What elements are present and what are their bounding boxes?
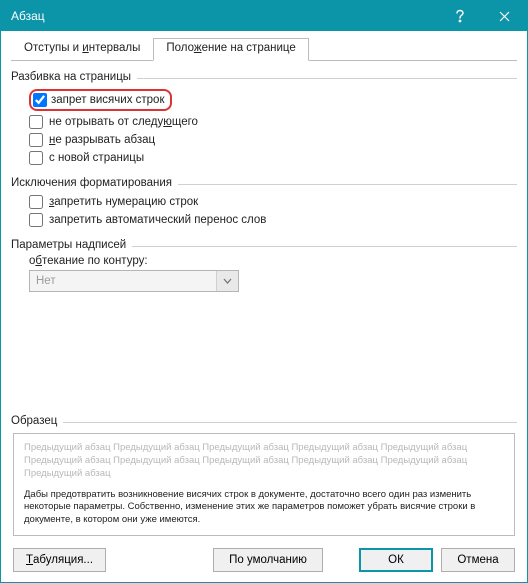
select-wrap[interactable]: Нет (29, 270, 239, 292)
dialog-body: Отступы и интервалы Положение на страниц… (1, 31, 527, 582)
button-row: Табуляция... По умолчанию ОК Отмена (11, 544, 517, 574)
group-captions: Параметры надписей обтекание по контуру:… (11, 239, 517, 294)
tabs-button[interactable]: Табуляция... (13, 548, 106, 572)
group-sample: Образец Предыдущий абзац Предыдущий абза… (11, 415, 517, 536)
select-wrap-button[interactable] (216, 271, 238, 291)
dialog-paragraph: Абзац Отступы и интервалы Положение на с… (0, 0, 528, 583)
ok-button[interactable]: ОК (359, 548, 433, 572)
label-suppress-line-numbers: запретить нумерацию строк (49, 196, 198, 208)
tab-pageposition[interactable]: Положение на странице (153, 38, 308, 61)
checkbox-page-break-before[interactable] (29, 151, 43, 165)
group-exceptions: Исключения форматирования запретить нуме… (11, 177, 517, 229)
default-button[interactable]: По умолчанию (213, 548, 323, 572)
select-wrap-value: Нет (30, 271, 216, 291)
help-icon (454, 9, 466, 23)
checkbox-no-hyphenation[interactable] (29, 213, 43, 227)
checkbox-suppress-line-numbers[interactable] (29, 195, 43, 209)
titlebar: Абзац (1, 1, 527, 31)
label-keep-with-next: не отрывать от следующего (49, 116, 198, 128)
label-widow-control: запрет висячих строк (51, 94, 164, 106)
dialog-title: Абзац (11, 9, 437, 23)
help-button[interactable] (437, 1, 482, 31)
checkbox-keep-lines-together[interactable] (29, 133, 43, 147)
close-icon (499, 11, 510, 22)
label-wrap: обтекание по контуру: (29, 255, 517, 267)
label-page-break-before: с новой страницы (49, 152, 144, 164)
checkbox-keep-with-next[interactable] (29, 115, 43, 129)
chevron-down-icon (223, 278, 232, 284)
group-pagination: Разбивка на страницы запрет висячих стро… (11, 71, 517, 167)
sample-preview: Предыдущий абзац Предыдущий абзац Предыд… (13, 433, 515, 536)
cancel-button[interactable]: Отмена (441, 548, 515, 572)
label-no-hyphenation: запретить автоматический перенос слов (49, 214, 266, 226)
tabstrip: Отступы и интервалы Положение на страниц… (11, 37, 517, 61)
tab-indents[interactable]: Отступы и интервалы (11, 38, 153, 61)
group-pagination-title: Разбивка на страницы (11, 71, 131, 83)
row-widow-control: запрет висячих строк (29, 89, 517, 111)
sample-black-text: Дабы предотвратить возникновение висячих… (24, 489, 504, 527)
group-sample-title: Образец (11, 415, 57, 427)
label-keep-lines-together: не разрывать абзац (49, 134, 155, 146)
group-exceptions-title: Исключения форматирования (11, 177, 172, 189)
checkbox-widow-control[interactable] (33, 93, 47, 107)
sample-grey-text: Предыдущий абзац Предыдущий абзац Предыд… (24, 442, 504, 480)
group-captions-title: Параметры надписей (11, 239, 126, 251)
close-button[interactable] (482, 1, 527, 31)
